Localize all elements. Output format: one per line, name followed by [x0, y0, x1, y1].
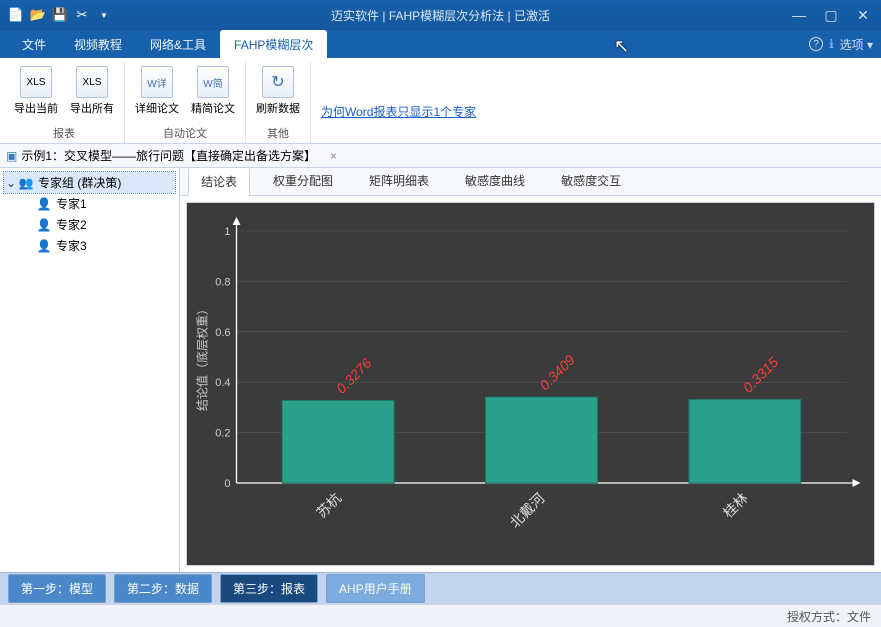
subtab-matrix[interactable]: 矩阵明细表 [356, 166, 442, 195]
sub-tab-bar: 结论表 权重分配图 矩阵明细表 敏感度曲线 敏感度交互 [180, 168, 881, 196]
open-icon[interactable]: 📂 [30, 7, 46, 23]
chart-svg: 0 0.2 0.4 0.6 0.8 1 0.3276 苏杭 0.3409 北戴河 0.3315 桂林 结… [187, 203, 874, 565]
close-button[interactable]: ✕ [853, 7, 873, 24]
workspace: ⌄ 👥 专家组 (群决策) 👤 专家1 👤 专家2 👤 专家3 结论表 权重分配… [0, 168, 881, 572]
word-simple-icon: W简 [197, 66, 229, 98]
tree-expert-2[interactable]: 👤 专家2 [4, 214, 175, 235]
svg-text:0.3276: 0.3276 [333, 355, 375, 397]
tree-expert-3[interactable]: 👤 专家3 [4, 235, 175, 256]
xls-icon: XLS [20, 66, 52, 98]
menu-video[interactable]: 视频教程 [60, 30, 136, 59]
word-detail-icon: W详 [141, 66, 173, 98]
step-3-button[interactable]: 第三步：报表 [220, 574, 318, 603]
subtab-sensitivity-interact[interactable]: 敏感度交互 [548, 166, 634, 195]
menubar: 文件 视频教程 网络&工具 FAHP模糊层次 ? ℹ 选项 ▾ [0, 30, 881, 58]
menu-network[interactable]: 网络&工具 [136, 30, 220, 59]
person-icon: 👤 [36, 197, 52, 211]
minimize-button[interactable]: — [789, 7, 809, 24]
svg-text:0.2: 0.2 [215, 428, 230, 440]
menu-fahp[interactable]: FAHP模糊层次 [220, 30, 327, 59]
help-icon[interactable]: ? [809, 37, 823, 51]
export-all-button[interactable]: XLS 导出所有 [68, 66, 116, 116]
svg-text:桂林: 桂林 [720, 490, 751, 521]
bar-chart: 0 0.2 0.4 0.6 0.8 1 0.3276 苏杭 0.3409 北戴河 0.3315 桂林 结… [186, 202, 875, 566]
close-tab-button[interactable]: × [326, 149, 341, 163]
svg-text:1: 1 [224, 226, 230, 238]
step-4-button[interactable]: AHP用户手册 [326, 574, 425, 603]
document-tab-bar: ▣ 示例1：交叉模型——旅行问题【直接确定出备选方案】 × [0, 144, 881, 168]
refresh-icon: ↻ [262, 66, 294, 98]
step-2-button[interactable]: 第二步：数据 [114, 574, 212, 603]
options-dropdown[interactable]: 选项 ▾ [840, 36, 873, 53]
svg-text:0.4: 0.4 [215, 377, 230, 389]
person-icon: 👤 [36, 239, 52, 253]
statusbar: 授权方式：文件 [0, 604, 881, 627]
svg-text:0: 0 [224, 478, 230, 490]
cube-icon: ▣ [6, 149, 17, 163]
svg-text:苏杭: 苏杭 [313, 490, 344, 521]
window-title: 迈实软件 | FAHP模糊层次分析法 | 已激活 [331, 7, 550, 24]
step-bar: 第一步：模型 第二步：数据 第三步：报表 AHP用户手册 [0, 572, 881, 604]
ribbon-group-other: ↻ 刷新数据 其他 [246, 62, 311, 143]
tree-expert-1[interactable]: 👤 专家1 [4, 193, 175, 214]
svg-text:0.6: 0.6 [215, 327, 230, 339]
detail-paper-button[interactable]: W详 详细论文 [133, 66, 181, 116]
new-icon[interactable]: 📄 [8, 7, 24, 23]
ribbon-help-link: 为何Word报表只显示1个专家 [311, 62, 486, 143]
simple-paper-button[interactable]: W简 精简论文 [189, 66, 237, 116]
person-icon: 👤 [36, 218, 52, 232]
svg-text:0.3409: 0.3409 [536, 351, 578, 393]
tree-sidebar: ⌄ 👥 专家组 (群决策) 👤 专家1 👤 专家2 👤 专家3 [0, 168, 180, 572]
ribbon: XLS 导出当前 XLS 导出所有 报表 W详 详细论文 W简 精简论文 自动论… [0, 58, 881, 144]
save-icon[interactable]: 💾 [52, 7, 68, 23]
word-report-link[interactable]: 为何Word报表只显示1个专家 [321, 103, 476, 120]
svg-text:结论值（底层权重）: 结论值（底层权重） [195, 303, 210, 411]
chart-area: 结论表 权重分配图 矩阵明细表 敏感度曲线 敏感度交互 0 0.2 0.4 0.6 0.… [180, 168, 881, 572]
svg-text:北戴河: 北戴河 [507, 490, 548, 531]
subtab-conclusion[interactable]: 结论表 [188, 167, 250, 196]
tree-root[interactable]: ⌄ 👥 专家组 (群决策) [4, 172, 175, 193]
group-icon: 👥 [18, 176, 34, 190]
info-icon[interactable]: ℹ [829, 37, 834, 51]
dropdown-icon[interactable]: ▼ [96, 7, 112, 23]
ribbon-group-report: XLS 导出当前 XLS 导出所有 报表 [4, 62, 125, 143]
subtab-weight[interactable]: 权重分配图 [260, 166, 346, 195]
export-current-button[interactable]: XLS 导出当前 [12, 66, 60, 116]
titlebar: 📄 📂 💾 ✂ ▼ 迈实软件 | FAHP模糊层次分析法 | 已激活 — ▢ ✕ [0, 0, 881, 30]
maximize-button[interactable]: ▢ [821, 7, 841, 24]
refresh-button[interactable]: ↻ 刷新数据 [254, 66, 302, 116]
quick-access: 📄 📂 💾 ✂ ▼ [8, 7, 112, 23]
subtab-sensitivity-curve[interactable]: 敏感度曲线 [452, 166, 538, 195]
svg-text:0.8: 0.8 [215, 276, 230, 288]
svg-text:0.3315: 0.3315 [740, 354, 782, 396]
step-1-button[interactable]: 第一步：模型 [8, 574, 106, 603]
collapse-icon[interactable]: ⌄ [6, 176, 18, 190]
ribbon-group-paper: W详 详细论文 W简 精简论文 自动论文 [125, 62, 246, 143]
document-tab-title[interactable]: 示例1：交叉模型——旅行问题【直接确定出备选方案】 [21, 147, 316, 164]
menu-file[interactable]: 文件 [8, 30, 60, 59]
cut-icon[interactable]: ✂ [74, 7, 90, 23]
license-status: 授权方式：文件 [787, 608, 871, 625]
xls-icon: XLS [76, 66, 108, 98]
window-controls: — ▢ ✕ [789, 7, 873, 24]
